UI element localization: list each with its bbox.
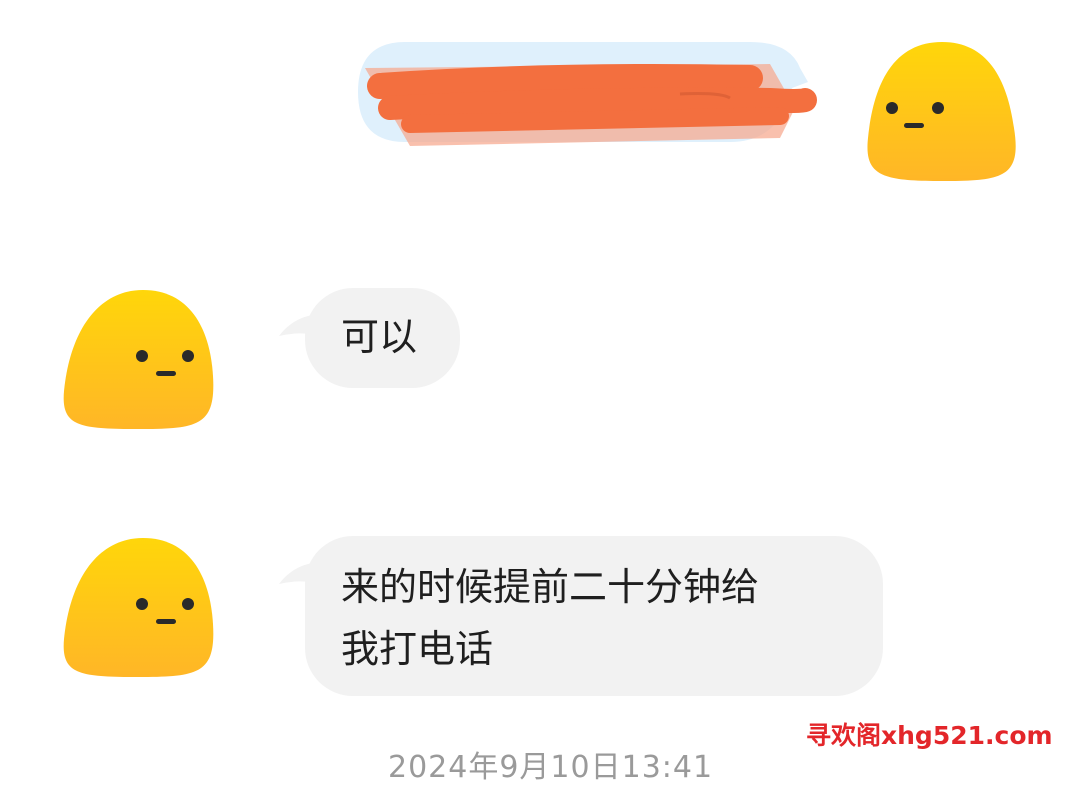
sent-message-bubble[interactable] bbox=[350, 38, 820, 148]
yellow-blob-face-icon bbox=[63, 290, 214, 429]
contact-avatar[interactable] bbox=[58, 286, 218, 436]
sender-avatar[interactable] bbox=[862, 38, 1022, 188]
contact-avatar[interactable] bbox=[58, 534, 218, 684]
redacted-text-overlay bbox=[358, 42, 817, 146]
bubble-tail bbox=[279, 558, 325, 592]
received-message-bubble[interactable]: 可以 bbox=[279, 288, 460, 388]
message-text-line: 我打电话 bbox=[341, 627, 494, 671]
message-text: 可以 bbox=[341, 315, 418, 359]
message-timestamp: 2024年9月10日13:41 bbox=[388, 750, 714, 785]
watermark: 寻欢阁xhg521.com bbox=[806, 721, 1053, 750]
yellow-blob-face-icon bbox=[867, 42, 1016, 181]
bubble-tail bbox=[279, 310, 325, 344]
received-message-bubble[interactable]: 来的时候提前二十分钟给 我打电话 bbox=[279, 536, 883, 696]
yellow-blob-face-icon bbox=[63, 538, 214, 677]
message-text-line: 来的时候提前二十分钟给 bbox=[341, 565, 760, 609]
